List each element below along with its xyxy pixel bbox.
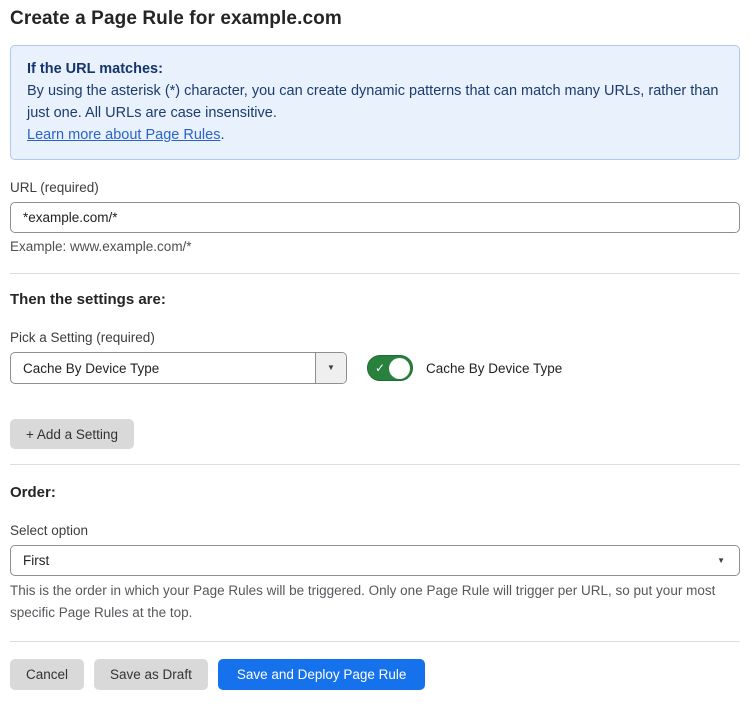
toggle-knob — [389, 358, 410, 379]
url-field-label: URL (required) — [10, 180, 740, 195]
setting-toggle[interactable]: ✓ — [367, 355, 413, 381]
checkmark-icon: ✓ — [375, 362, 385, 374]
info-heading: If the URL matches: — [27, 58, 723, 80]
order-select[interactable]: First ▼ — [10, 545, 740, 576]
dropdown-arrow-icon: ▼ — [327, 364, 335, 372]
footer-actions: Cancel Save as Draft Save and Deploy Pag… — [10, 659, 740, 690]
order-select-value: First — [23, 553, 49, 568]
save-as-draft-button[interactable]: Save as Draft — [94, 659, 208, 690]
info-link-line: Learn more about Page Rules. — [27, 124, 723, 146]
cancel-button[interactable]: Cancel — [10, 659, 84, 690]
save-and-deploy-button[interactable]: Save and Deploy Page Rule — [218, 659, 426, 690]
page-title: Create a Page Rule for example.com — [10, 8, 740, 30]
dropdown-arrow-icon: ▼ — [717, 557, 725, 565]
link-suffix: . — [220, 127, 224, 143]
order-helper-text: This is the order in which your Page Rul… — [10, 580, 740, 624]
url-example-helper: Example: www.example.com/* — [10, 239, 740, 254]
learn-more-link[interactable]: Learn more about Page Rules — [27, 127, 220, 143]
settings-section-heading: Then the settings are: — [10, 291, 740, 308]
divider — [10, 641, 740, 642]
setting-picker-label: Pick a Setting (required) — [10, 330, 740, 345]
order-select-label: Select option — [10, 523, 740, 538]
url-input[interactable] — [10, 202, 740, 233]
add-setting-button[interactable]: + Add a Setting — [10, 419, 134, 449]
setting-select-value: Cache By Device Type — [11, 353, 315, 383]
setting-select[interactable]: Cache By Device Type ▼ — [10, 352, 347, 384]
setting-row: Cache By Device Type ▼ ✓ Cache By Device… — [10, 352, 740, 384]
setting-select-arrow-button[interactable]: ▼ — [315, 353, 346, 383]
setting-toggle-label: Cache By Device Type — [426, 361, 562, 376]
divider — [10, 273, 740, 274]
divider — [10, 464, 740, 465]
url-match-info-callout: If the URL matches: By using the asteris… — [10, 45, 740, 160]
order-section-heading: Order: — [10, 484, 740, 501]
info-body-text: By using the asterisk (*) character, you… — [27, 80, 723, 124]
